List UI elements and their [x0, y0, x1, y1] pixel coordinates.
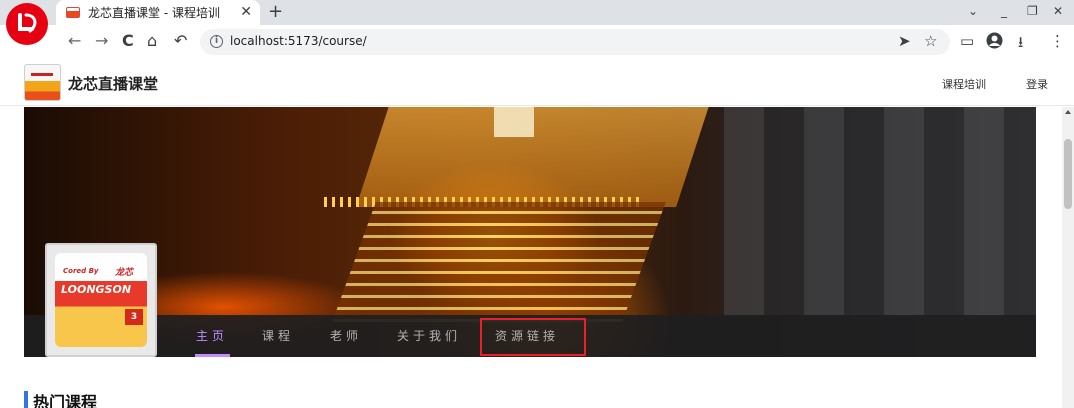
active-nav-indicator: [195, 354, 230, 357]
section-title: 热门课程: [33, 393, 98, 408]
site-title[interactable]: 龙芯直播课堂: [68, 73, 158, 94]
nav-item-teachers[interactable]: 老师: [330, 327, 362, 344]
cast-icon[interactable]: ▭: [960, 32, 974, 50]
reload-button[interactable]: C: [122, 31, 134, 50]
site-logo[interactable]: [24, 64, 61, 101]
home-button[interactable]: ⌂: [147, 31, 157, 50]
restore-button[interactable]: ❐: [1027, 4, 1038, 18]
resources-highlight-box: [480, 318, 586, 356]
send-icon[interactable]: ➤: [898, 32, 911, 50]
kebab-menu-icon[interactable]: ⋮: [1050, 32, 1065, 50]
loongson-badge-inner: Cored By 龙芯 LOONGSON 3: [55, 253, 147, 347]
new-tab-button[interactable]: +: [268, 1, 283, 22]
tab-title: 龙芯直播课堂 - 课程培训: [88, 6, 220, 20]
star-icon[interactable]: ☆: [924, 32, 937, 50]
badge-cored-by: Cored By: [63, 267, 99, 275]
browser-tab[interactable]: 龙芯直播课堂 - 课程培训 ✕: [56, 0, 260, 25]
banner-background: [724, 107, 1036, 317]
info-icon[interactable]: i: [210, 35, 223, 48]
scroll-up-icon[interactable]: [1065, 110, 1071, 114]
header-link-login[interactable]: 登录: [1026, 76, 1048, 92]
badge-number: 3: [125, 309, 143, 325]
page-scrollbar[interactable]: [1062, 107, 1074, 408]
loongson-badge: Cored By 龙芯 LOONGSON 3: [45, 243, 157, 357]
banner-chip-image: [356, 107, 712, 207]
banner-chip-block: [332, 202, 666, 322]
undo-button[interactable]: ↶: [174, 31, 187, 50]
address-bar[interactable]: i localhost:5173/course/ ➤ ☆: [200, 29, 950, 55]
profile-icon[interactable]: [986, 32, 1003, 53]
header-link-courses[interactable]: 课程培训: [942, 76, 986, 92]
loongson-logo-icon: [6, 3, 48, 45]
tab-close-icon[interactable]: ✕: [240, 4, 252, 20]
tab-list-dropdown-icon[interactable]: ⌄: [968, 4, 978, 18]
url-text[interactable]: localhost:5173/course/: [230, 34, 367, 48]
minimize-button[interactable]: _: [1001, 4, 1007, 18]
scrollbar-thumb[interactable]: [1064, 139, 1072, 209]
nav-item-about[interactable]: 关于我们: [397, 327, 461, 344]
browser-tab-bar: 龙芯直播课堂 - 课程培训 ✕ + ⌄ _ ❐ ✕: [0, 0, 1074, 25]
close-window-button[interactable]: ✕: [1053, 4, 1063, 18]
forward-button[interactable]: →: [95, 31, 108, 50]
site-favicon-icon: [66, 7, 80, 18]
site-header: 龙芯直播课堂 课程培训 登录: [0, 59, 1074, 106]
back-button[interactable]: ←: [68, 31, 81, 50]
badge-cn-text: 龙芯: [115, 268, 134, 278]
browser-toolbar: ← → C ⌂ ↶ i localhost:5173/course/ ➤ ☆ ▭…: [0, 25, 1074, 59]
nav-item-home[interactable]: 主页: [196, 327, 228, 344]
nav-item-courses[interactable]: 课程: [262, 327, 294, 344]
banner-chip-label: [494, 107, 534, 137]
section-accent-bar: [24, 391, 28, 408]
download-icon[interactable]: ⭳: [1018, 32, 1023, 57]
badge-brand-text: LOONGSON: [61, 283, 132, 296]
